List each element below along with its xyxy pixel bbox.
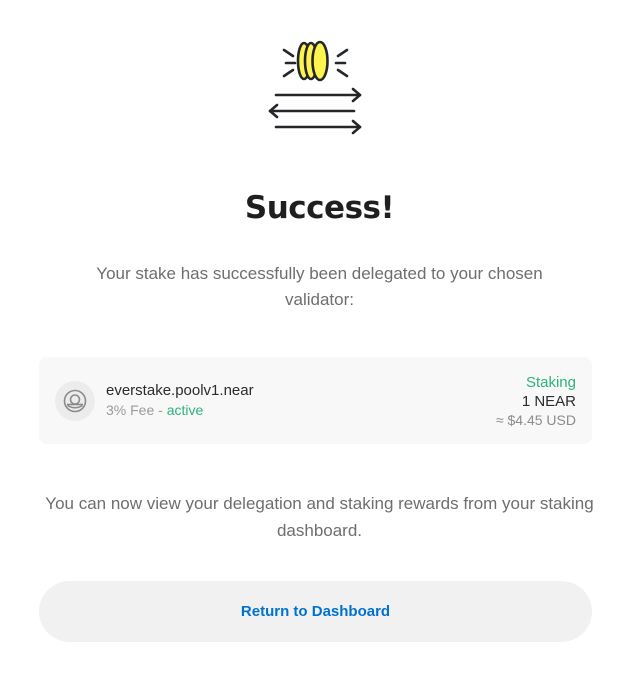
- dashboard-info-message: You can now view your delegation and sta…: [45, 494, 594, 540]
- validator-card[interactable]: everstake.poolv1.near 3% Fee - active St…: [39, 357, 592, 444]
- return-to-dashboard-button[interactable]: Return to Dashboard: [39, 581, 592, 642]
- validator-fee-row: 3% Fee - active: [106, 402, 203, 418]
- coins-transfer-icon: [264, 38, 368, 140]
- validator-fee: 3% Fee: [106, 402, 155, 418]
- fee-separator: -: [154, 402, 167, 418]
- validator-name: everstake.poolv1.near: [106, 382, 254, 399]
- page-title: Success!: [244, 190, 395, 226]
- staking-label: Staking: [525, 374, 576, 391]
- staking-summary: Staking 1 NEAR ≈ $4.45 USD: [496, 373, 576, 430]
- success-message: Your stake has successfully been delegat…: [96, 264, 543, 309]
- staking-amount: 1 NEAR: [521, 393, 576, 410]
- validator-avatar-icon: [55, 381, 95, 421]
- validator-status: active: [166, 402, 204, 418]
- staking-usd-value: ≈ $4.45 USD: [495, 412, 576, 428]
